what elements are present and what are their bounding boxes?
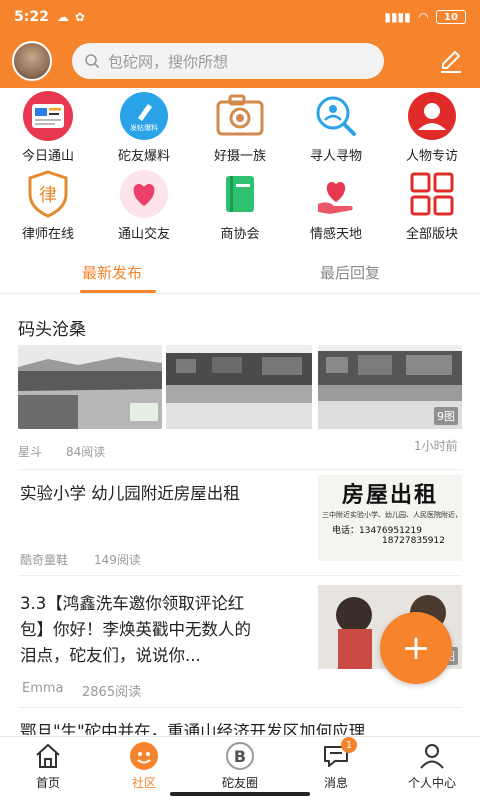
- compose-button[interactable]: [432, 43, 468, 79]
- post-title-line: 包】你好！李焕英戳中无数人的: [20, 620, 251, 639]
- post-reads: 149阅读: [94, 553, 141, 567]
- person-interview-icon: [406, 90, 458, 142]
- feed-tabs: 最新发布 最后回复: [0, 250, 480, 294]
- post-divider: [18, 707, 462, 708]
- camera-icon: [214, 90, 266, 142]
- category-all-blocks[interactable]: 全部版块: [384, 168, 480, 244]
- post-title-line: 3.3【鸿鑫洗车邀你领取评论红: [20, 594, 245, 613]
- heart-icon: [118, 168, 170, 220]
- category-friend-report[interactable]: 发帖爆料 砣友爆料: [96, 90, 192, 166]
- nav-home[interactable]: 首页: [0, 737, 96, 800]
- nav-label: 个人中心: [407, 776, 456, 790]
- pencil-edit-icon: [441, 51, 461, 73]
- tab-last-reply[interactable]: 最后回复: [320, 250, 380, 294]
- category-label: 今日通山: [21, 149, 74, 164]
- rent-notice-heading: 房屋出租: [341, 483, 438, 508]
- report-pen-icon: 发帖爆料: [118, 90, 170, 142]
- cloud-icon: ☁: [56, 10, 69, 24]
- friends-circle-icon: B: [223, 739, 257, 773]
- category-label: 律师在线: [21, 227, 74, 242]
- post-title: 码头沧桑: [18, 320, 86, 340]
- post-title: 实验小学 幼儿园附近房屋出租: [20, 484, 240, 503]
- home-icon: [31, 739, 65, 773]
- search-icon: [85, 54, 100, 69]
- post-image[interactable]: 9图: [318, 345, 462, 429]
- status-time: 5:22: [14, 9, 49, 25]
- post-reads: 2865阅读: [82, 685, 142, 700]
- home-indicator: [170, 792, 310, 796]
- header-bar: 包砣网，搜你所想: [0, 34, 480, 88]
- nav-messages[interactable]: 1 消息: [288, 737, 384, 800]
- law-shield-icon-text: 律: [39, 185, 57, 206]
- category-interview[interactable]: 人物专访: [384, 90, 480, 166]
- category-chamber[interactable]: 商协会: [192, 168, 288, 244]
- nav-community[interactable]: 社区: [96, 737, 192, 800]
- all-blocks-grid-icon: [406, 168, 458, 220]
- post-time: 1小时前: [414, 439, 458, 453]
- post-title-line: 泪点，砣友们，说说你...: [20, 646, 201, 665]
- law-shield-icon: 律: [22, 168, 74, 220]
- post-image[interactable]: 房屋出租 三中附近实验小学、幼儿园、人民医院附近， 电话：13476951219…: [318, 475, 462, 561]
- tab-latest[interactable]: 最新发布: [82, 250, 142, 294]
- rent-notice-phone1: 电话：13476951219: [332, 526, 422, 536]
- tabs-divider: [0, 293, 480, 294]
- report-pen-icon-text: 发帖爆料: [130, 123, 158, 132]
- wifi-icon: ◠: [418, 10, 428, 24]
- bottom-nav: 首页 社区 B 砣友圈 1 消息 个人中心: [0, 736, 480, 800]
- app-root: 5:22 ☁ ✿ ▮▮▮▮ ◠ 10 包砣网，搜你所想 今日通山 发帖爆料 砣友…: [0, 0, 480, 800]
- post-author: Emma: [22, 681, 64, 696]
- svg-text:B: B: [234, 747, 246, 766]
- rent-notice-phone2: 18727835912: [382, 536, 445, 546]
- app-notify-icon: ✿: [74, 10, 85, 24]
- heart-hand-icon: [310, 168, 362, 220]
- post-divider: [18, 575, 462, 576]
- nav-label: 首页: [35, 776, 60, 790]
- category-grid: 今日通山 发帖爆料 砣友爆料 好摄一族 寻人寻物 人物专访 律 律师在线 通山交…: [0, 90, 480, 242]
- category-label: 人物专访: [405, 149, 458, 164]
- rent-notice-line: 三中附近实验小学、幼儿园、人民医院附近，: [322, 511, 462, 519]
- nav-label: 社区: [131, 776, 156, 790]
- new-post-fab[interactable]: +: [380, 612, 452, 684]
- post-reads: 84阅读: [66, 445, 106, 459]
- user-avatar[interactable]: [12, 41, 52, 81]
- search-person-icon: [310, 90, 362, 142]
- category-label: 商协会: [220, 227, 260, 242]
- post-author: 星斗: [18, 445, 43, 459]
- battery-icon: 10: [436, 10, 466, 24]
- image-count-badge: 9图: [434, 407, 458, 425]
- category-photography[interactable]: 好摄一族: [192, 90, 288, 166]
- category-label: 通山交友: [117, 227, 170, 242]
- category-label: 好摄一族: [213, 149, 266, 164]
- status-bar: 5:22 ☁ ✿ ▮▮▮▮ ◠ 10: [0, 0, 480, 34]
- nav-friends-circle[interactable]: B 砣友圈: [192, 737, 288, 800]
- post-author: 酷奇童鞋: [20, 553, 69, 567]
- post-title[interactable]: 鄂旦"生"砣中并在，重通山经济开发区加何应理: [20, 719, 365, 735]
- post-image[interactable]: [18, 345, 162, 429]
- profile-icon: [415, 739, 449, 773]
- category-lawyer[interactable]: 律 律师在线: [0, 168, 96, 244]
- category-dating[interactable]: 通山交友: [96, 168, 192, 244]
- search-placeholder: 包砣网，搜你所想: [108, 52, 229, 71]
- category-label: 寻人寻物: [309, 149, 362, 164]
- category-label: 情感天地: [309, 227, 362, 242]
- category-find-people[interactable]: 寻人寻物: [288, 90, 384, 166]
- post-divider: [18, 469, 462, 470]
- signal-icon: ▮▮▮▮: [384, 10, 411, 24]
- book-icon: [214, 168, 266, 220]
- nav-label: 砣友圈: [221, 776, 258, 790]
- category-emotion[interactable]: 情感天地: [288, 168, 384, 244]
- news-card-icon: [22, 90, 74, 142]
- category-today-tongshan[interactable]: 今日通山: [0, 90, 96, 166]
- category-label: 全部版块: [405, 227, 458, 242]
- message-badge: 1: [341, 737, 357, 753]
- search-input[interactable]: 包砣网，搜你所想: [72, 43, 384, 79]
- message-icon: 1: [319, 737, 357, 773]
- nav-profile[interactable]: 个人中心: [384, 737, 480, 800]
- category-label: 砣友爆料: [117, 149, 170, 164]
- post-image[interactable]: [166, 345, 312, 429]
- community-icon: [127, 739, 161, 773]
- nav-label: 消息: [323, 776, 348, 790]
